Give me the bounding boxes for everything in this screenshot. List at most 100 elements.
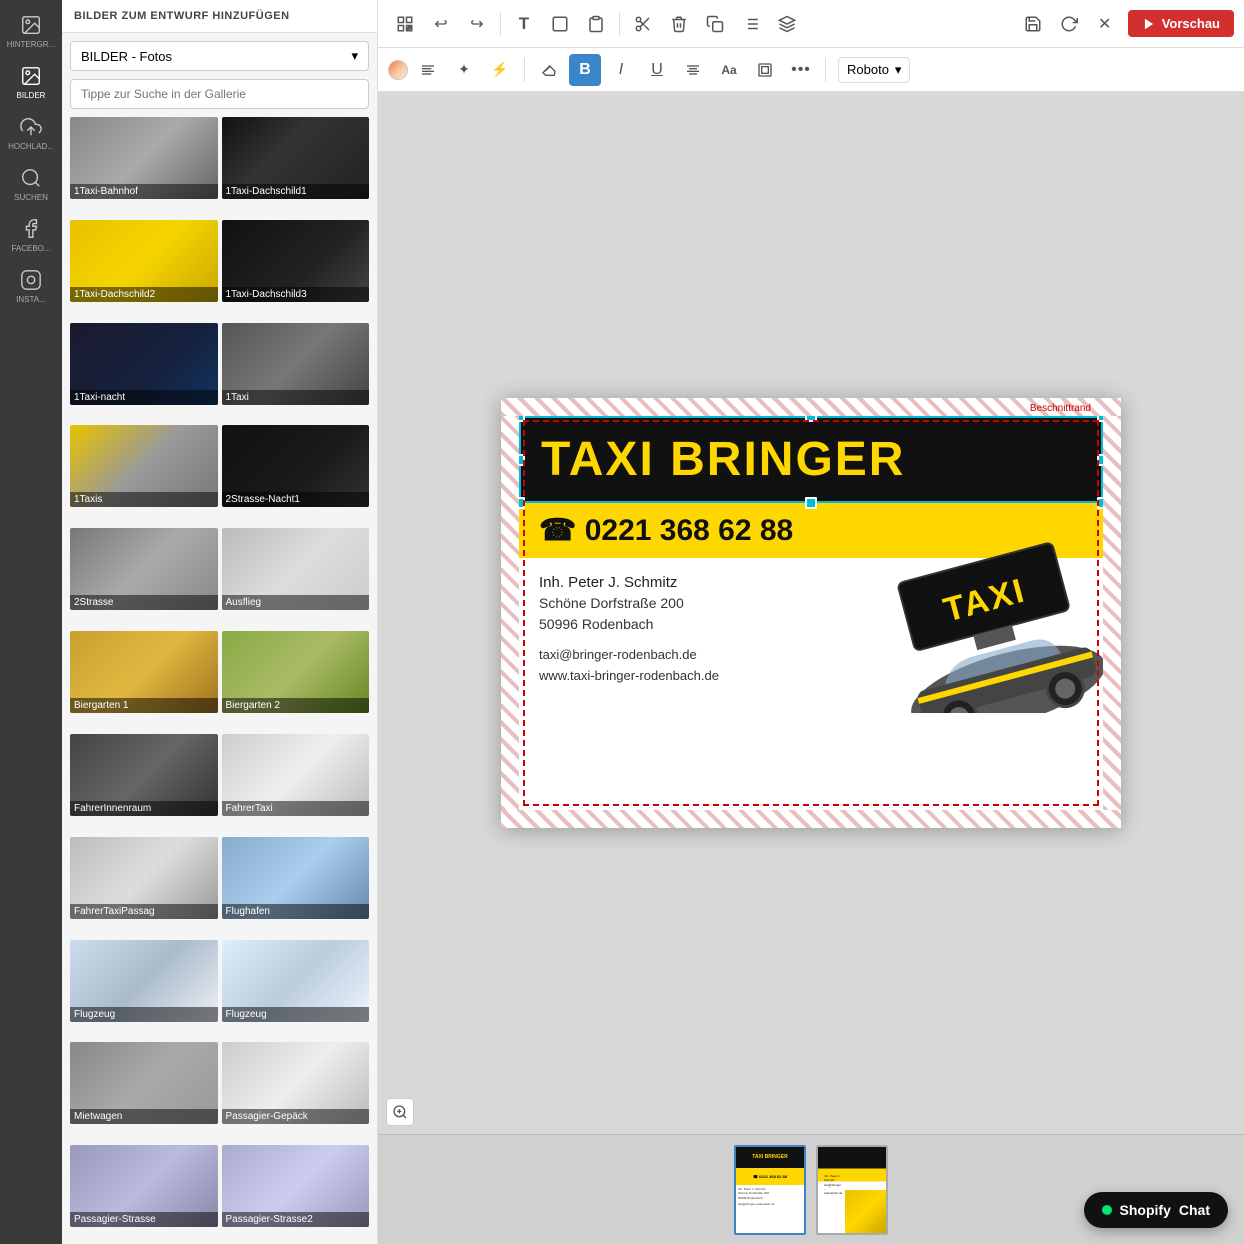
align-left-button[interactable]: [412, 54, 444, 86]
page-thumb-2[interactable]: Inh. Peter J. Schmitz taxi@bringer -rode…: [816, 1145, 888, 1235]
font-family-dropdown[interactable]: Roboto ▾: [838, 57, 910, 83]
image-thumb-10[interactable]: Ausflieg: [222, 528, 370, 610]
chat-online-dot: [1102, 1205, 1112, 1215]
page-thumb-1[interactable]: TAXI BRINGER ☎ 0221 368 62 88 Inh. Peter…: [734, 1145, 806, 1235]
color-picker-button[interactable]: [388, 60, 408, 80]
handle-top-right[interactable]: [1097, 416, 1103, 422]
bold-button[interactable]: B: [569, 54, 601, 86]
sparkle-button[interactable]: ✦: [448, 54, 480, 86]
image-thumb-14[interactable]: FahrerTaxi: [222, 734, 370, 816]
paste-button[interactable]: [579, 7, 613, 41]
selected-header-element[interactable]: TAXI BRINGER: [519, 416, 1103, 503]
sidebar-label-hochladen: HOCHLAD...: [8, 142, 54, 151]
close-button[interactable]: ✕: [1088, 7, 1122, 41]
image-thumb-label-17: Flugzeug: [70, 1007, 218, 1022]
sidebar-item-hochladen[interactable]: HOCHLAD...: [0, 110, 62, 157]
image-thumb-12[interactable]: Biergarten 2: [222, 631, 370, 713]
image-thumb-3[interactable]: 1Taxi-Dachschild2: [70, 220, 218, 302]
more-options-button[interactable]: •••: [785, 54, 817, 86]
beschnittrand-label: Beschnittrand: [1030, 403, 1091, 414]
canvas-area[interactable]: Beschnittrand TAXI: [378, 92, 1244, 1134]
top-toolbar: ↩ ↪ T: [378, 0, 1244, 48]
image-thumb-label-5: 1Taxi-nacht: [70, 390, 218, 405]
card-content: TAXI BRINGER ☎ 0221 368 62 88 Inh. Peter…: [519, 416, 1103, 810]
image-thumb-label-15: FahrerTaxiPassag: [70, 904, 218, 919]
delete-button[interactable]: [662, 7, 696, 41]
cut-button[interactable]: [626, 7, 660, 41]
redo-button[interactable]: ↪: [460, 7, 494, 41]
image-thumb-19[interactable]: Mietwagen: [70, 1042, 218, 1124]
taxi-image: TAXI: [863, 533, 1103, 713]
sidebar-item-bilder[interactable]: BILDER: [0, 59, 62, 106]
image-thumb-label-9: 2Strasse: [70, 595, 218, 610]
image-thumb-label-2: 1Taxi-Dachschild1: [222, 184, 370, 199]
text-button[interactable]: T: [507, 7, 541, 41]
preview-button[interactable]: Vorschau: [1128, 10, 1234, 37]
image-panel-title: BILDER ZUM ENTWURF HINZUFÜGEN: [62, 0, 377, 33]
image-thumb-13[interactable]: FahrerInnenraum: [70, 734, 218, 816]
image-thumb-5[interactable]: 1Taxi-nacht: [70, 323, 218, 405]
image-thumb-7[interactable]: 1Taxis: [70, 425, 218, 507]
shape-button[interactable]: [543, 7, 577, 41]
image-thumb-11[interactable]: Biergarten 1: [70, 631, 218, 713]
image-thumb-1[interactable]: 1Taxi-Bahnhof: [70, 117, 218, 199]
handle-top-center[interactable]: [805, 416, 817, 422]
save-button[interactable]: [1016, 7, 1050, 41]
image-thumb-20[interactable]: Passagier-Gepäck: [222, 1042, 370, 1124]
layers-button[interactable]: [770, 7, 804, 41]
handle-top-left[interactable]: [519, 416, 525, 422]
preview-label: Vorschau: [1162, 16, 1220, 31]
image-thumb-15[interactable]: FahrerTaxiPassag: [70, 837, 218, 919]
image-thumb-16[interactable]: Flughafen: [222, 837, 370, 919]
zoom-button[interactable]: [386, 1098, 414, 1126]
main-area: ↩ ↪ T: [378, 0, 1244, 1244]
handle-mid-left[interactable]: [519, 454, 525, 466]
eraser-button[interactable]: [533, 54, 565, 86]
refresh-button[interactable]: [1052, 7, 1086, 41]
qr-code-button[interactable]: [388, 7, 422, 41]
handle-mid-right[interactable]: [1097, 454, 1103, 466]
image-thumb-2[interactable]: 1Taxi-Dachschild1: [222, 117, 370, 199]
image-thumb-4[interactable]: 1Taxi-Dachschild3: [222, 220, 370, 302]
image-thumb-17[interactable]: Flugzeug: [70, 940, 218, 1022]
image-thumb-label-13: FahrerInnenraum: [70, 801, 218, 816]
taxi-sign-svg: TAXI: [863, 533, 1103, 713]
text-size-button[interactable]: Aa: [713, 54, 745, 86]
sidebar-item-hintergrund[interactable]: HINTERGR...: [0, 8, 62, 55]
taxi-title: TAXI BRINGER: [541, 432, 1081, 487]
image-thumb-label-19: Mietwagen: [70, 1109, 218, 1124]
image-thumb-label-14: FahrerTaxi: [222, 801, 370, 816]
undo-button[interactable]: ↩: [424, 7, 458, 41]
text-align-center-button[interactable]: [677, 54, 709, 86]
shopify-chat-bubble[interactable]: Shopify Chat: [1084, 1192, 1228, 1228]
sidebar-item-facebook[interactable]: FACEBO...: [0, 212, 62, 259]
image-thumb-label-8: 2Strasse-Nacht1: [222, 492, 370, 507]
image-thumb-6[interactable]: 1Taxi: [222, 323, 370, 405]
align-button[interactable]: [734, 7, 768, 41]
handle-bottom-center[interactable]: [805, 497, 817, 509]
gallery-search-input[interactable]: [70, 79, 369, 109]
category-dropdown[interactable]: BILDER - Fotos ▾: [70, 41, 369, 71]
taxi-header-block: TAXI BRINGER: [519, 416, 1103, 503]
image-thumb-8[interactable]: 2Strasse-Nacht1: [222, 425, 370, 507]
italic-button[interactable]: I: [605, 54, 637, 86]
image-thumb-label-1: 1Taxi-Bahnhof: [70, 184, 218, 199]
image-thumb-21[interactable]: Passagier-Strasse: [70, 1145, 218, 1227]
handle-bottom-right[interactable]: [1097, 497, 1103, 509]
underline-button[interactable]: U: [641, 54, 673, 86]
thumb2-taxi-image: [845, 1190, 886, 1233]
image-thumb-22[interactable]: Passagier-Strasse2: [222, 1145, 370, 1227]
frame-button[interactable]: [749, 54, 781, 86]
image-thumb-label-6: 1Taxi: [222, 390, 370, 405]
sidebar-label-facebook: FACEBO...: [11, 244, 50, 253]
sidebar-item-suchen[interactable]: SUCHEN: [0, 161, 62, 208]
image-thumb-label-7: 1Taxis: [70, 492, 218, 507]
font-dropdown-chevron: ▾: [895, 62, 902, 78]
sidebar-item-instagram[interactable]: INSTA...: [0, 263, 62, 310]
lightning-button[interactable]: ⚡: [484, 54, 516, 86]
handle-bottom-left[interactable]: [519, 497, 525, 509]
image-thumb-9[interactable]: 2Strasse: [70, 528, 218, 610]
image-thumb-18[interactable]: Flugzeug: [222, 940, 370, 1022]
left-sidebar: HINTERGR... BILDER HOCHLAD... SUCHEN FAC…: [0, 0, 62, 1244]
copy-button[interactable]: [698, 7, 732, 41]
